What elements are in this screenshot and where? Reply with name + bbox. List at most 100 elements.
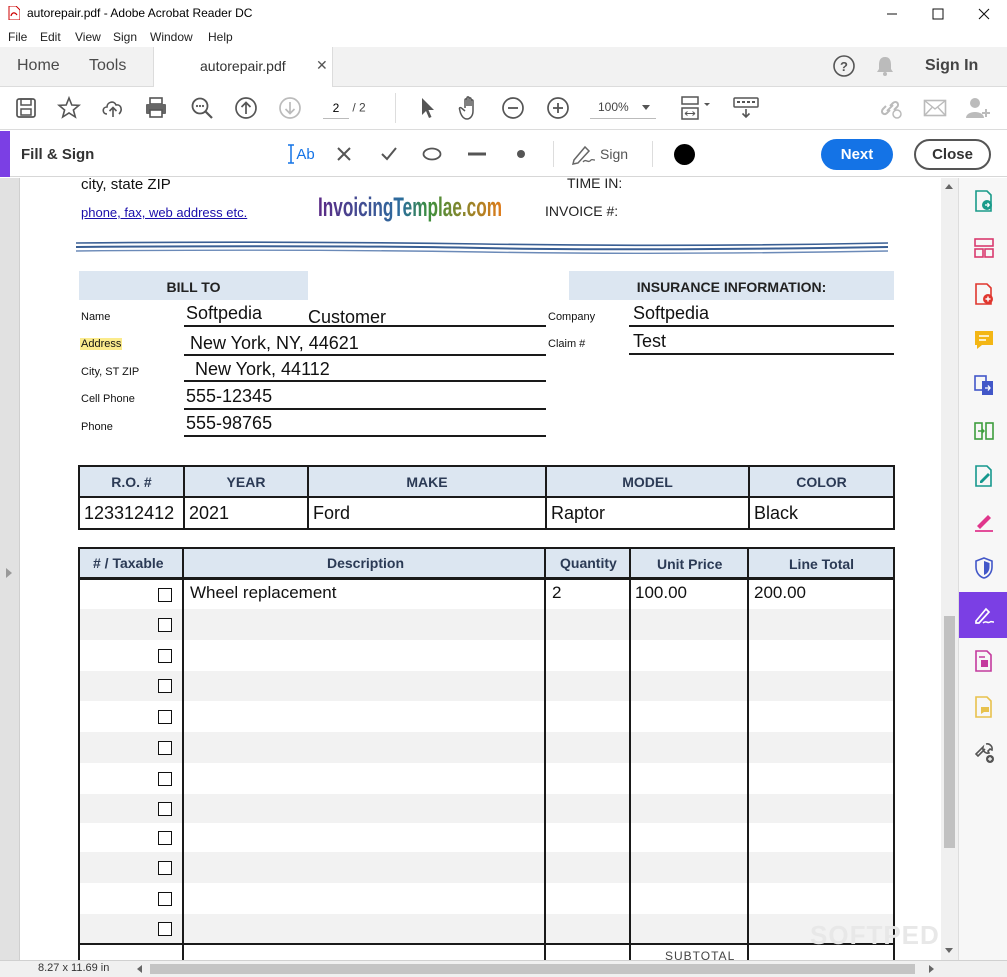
color-picker-swatch[interactable]: [673, 143, 696, 166]
text-cursor-icon: [288, 144, 295, 164]
scroll-down-icon[interactable]: [945, 948, 953, 953]
taxable-checkbox[interactable]: [158, 861, 172, 875]
expand-pane-icon[interactable]: [6, 568, 12, 578]
hand-tool-button[interactable]: [457, 95, 483, 121]
edit-pdf-tool[interactable]: [971, 463, 997, 489]
zoom-search-button[interactable]: [189, 95, 215, 121]
menu-view[interactable]: View: [75, 30, 101, 44]
ro-number-cell[interactable]: 123312412: [78, 496, 185, 530]
line-item-unit-price[interactable]: 100.00: [635, 583, 687, 603]
fill-sign-tool-active[interactable]: [959, 592, 1007, 638]
print-button[interactable]: [143, 95, 169, 121]
more-tools[interactable]: [971, 740, 997, 766]
previous-page-button[interactable]: [233, 95, 259, 121]
taxable-checkbox[interactable]: [158, 922, 172, 936]
next-page-button[interactable]: [277, 95, 303, 121]
protect-tool[interactable]: [971, 555, 997, 581]
select-tool-button[interactable]: [414, 95, 440, 121]
bookmark-star-button[interactable]: [56, 95, 82, 121]
line-item-total[interactable]: 200.00: [754, 583, 806, 603]
add-person-button[interactable]: [965, 95, 991, 121]
next-button[interactable]: Next: [821, 139, 893, 170]
combine-files-tool[interactable]: [971, 372, 997, 398]
taxable-checkbox[interactable]: [158, 679, 172, 693]
tab-home[interactable]: Home: [17, 57, 60, 75]
taxable-checkbox[interactable]: [158, 831, 172, 845]
make-cell[interactable]: Ford: [307, 496, 547, 530]
tab-document[interactable]: autorepair.pdf ✕: [153, 47, 333, 87]
sign-in-link[interactable]: Sign In: [925, 57, 978, 75]
email-button[interactable]: [922, 95, 948, 121]
company-field-value[interactable]: Softpedia: [633, 303, 709, 324]
zoom-in-button[interactable]: [545, 95, 571, 121]
fill-sign-highlight-tool[interactable]: [971, 509, 997, 535]
check-mark-tool[interactable]: [378, 142, 400, 166]
page-display-button[interactable]: [678, 95, 714, 121]
company-contact-link[interactable]: phone, fax, web address etc.: [81, 205, 247, 220]
compress-pdf-tool[interactable]: [971, 418, 997, 444]
year-cell[interactable]: 2021: [183, 496, 309, 530]
name-field-value[interactable]: Softpedia: [186, 303, 262, 324]
sign-tool-button[interactable]: Sign: [571, 142, 631, 166]
cross-mark-tool[interactable]: [333, 142, 355, 166]
tab-tools[interactable]: Tools: [89, 57, 126, 75]
scrollbar-thumb[interactable]: [944, 616, 955, 848]
help-icon[interactable]: ?: [832, 54, 856, 78]
share-link-button[interactable]: [877, 95, 903, 121]
address-field-value[interactable]: New York, NY, 44621: [190, 333, 359, 354]
horizontal-scrollbar-thumb[interactable]: [150, 964, 915, 974]
taxable-checkbox[interactable]: [158, 618, 172, 632]
line-item-description[interactable]: Wheel replacement: [190, 583, 336, 603]
prepare-form-tool[interactable]: [971, 648, 997, 674]
export-pdf-tool[interactable]: [971, 188, 997, 214]
close-tab-icon[interactable]: ✕: [316, 57, 328, 74]
circle-tool[interactable]: [420, 142, 444, 166]
taxable-checkbox[interactable]: [158, 741, 172, 755]
menu-sign[interactable]: Sign: [113, 30, 137, 44]
left-navigation-pane[interactable]: [0, 178, 20, 960]
close-fill-sign-button[interactable]: Close: [914, 139, 991, 170]
menu-window[interactable]: Window: [150, 30, 193, 44]
organize-pages-tool[interactable]: [971, 235, 997, 261]
color-cell[interactable]: Black: [748, 496, 895, 530]
upload-cloud-button[interactable]: [100, 95, 126, 121]
menu-edit[interactable]: Edit: [40, 30, 61, 44]
document-viewport[interactable]: city, state ZIP phone, fax, web address …: [20, 178, 941, 960]
line-item-quantity[interactable]: 2: [552, 583, 561, 603]
scroll-right-icon[interactable]: [929, 965, 934, 973]
minimize-button[interactable]: [869, 0, 915, 27]
invoicing-template-logo: InvoicingTemplae.com: [318, 192, 502, 222]
scroll-up-icon[interactable]: [945, 184, 953, 189]
menu-file[interactable]: File: [8, 30, 27, 44]
taxable-checkbox[interactable]: [158, 710, 172, 724]
zoom-level-select[interactable]: 100%: [590, 97, 656, 119]
maximize-button[interactable]: [915, 0, 961, 27]
zoom-out-button[interactable]: [500, 95, 526, 121]
current-page-input[interactable]: [323, 97, 349, 119]
tab-bar: Home Tools autorepair.pdf ✕ ? Sign In: [0, 47, 1007, 87]
vertical-scrollbar[interactable]: [941, 178, 958, 960]
model-cell[interactable]: Raptor: [545, 496, 750, 530]
taxable-checkbox[interactable]: [158, 649, 172, 663]
taxable-checkbox[interactable]: [158, 588, 172, 602]
cell-phone-field-value[interactable]: 555-12345: [186, 386, 272, 407]
dot-tool[interactable]: [512, 142, 530, 166]
phone-field-value[interactable]: 555-98765: [186, 413, 272, 434]
taxable-checkbox[interactable]: [158, 892, 172, 906]
add-text-tool[interactable]: Ab: [286, 142, 316, 166]
taxable-checkbox[interactable]: [158, 802, 172, 816]
taxable-checkbox[interactable]: [158, 772, 172, 786]
save-button[interactable]: [13, 95, 39, 121]
send-for-comments-tool[interactable]: [971, 694, 997, 720]
city-zip-field-value[interactable]: New York, 44112: [195, 359, 330, 380]
line-tool[interactable]: [465, 142, 489, 166]
close-window-button[interactable]: [961, 0, 1007, 27]
scroll-left-icon[interactable]: [137, 965, 142, 973]
keyboard-scroll-button[interactable]: [733, 95, 759, 121]
pen-sign-icon: [571, 145, 596, 165]
menu-help[interactable]: Help: [208, 30, 233, 44]
notification-bell-icon[interactable]: [875, 55, 895, 77]
create-pdf-tool[interactable]: [971, 281, 997, 307]
claim-field-value[interactable]: Test: [633, 331, 666, 352]
comment-tool[interactable]: [971, 327, 997, 353]
